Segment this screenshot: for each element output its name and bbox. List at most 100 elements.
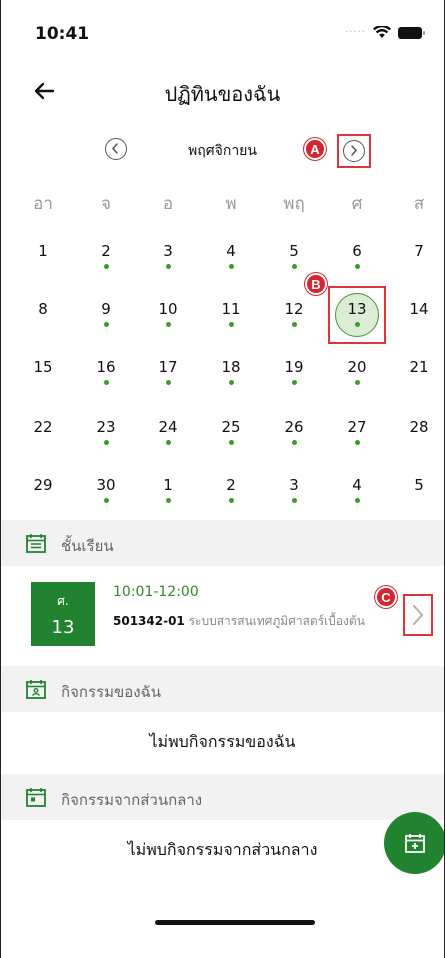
calendar-day[interactable]: 7 [399, 242, 439, 286]
calendar-day-number: 3 [289, 476, 299, 494]
calendar-day[interactable]: 2 [86, 242, 126, 286]
event-dot [103, 322, 109, 327]
calendar-person-icon [26, 680, 46, 699]
weekday-label: อ [162, 194, 174, 214]
calendar-day-number: 11 [221, 300, 241, 318]
calendar-day[interactable]: 27 [337, 418, 377, 462]
calendar-day[interactable]: 29 [23, 476, 63, 520]
event-dot [103, 498, 109, 503]
weekday-label: อา [33, 194, 53, 214]
calendar-day-number: 26 [284, 418, 304, 436]
calendar-day-number: 22 [33, 418, 53, 436]
class-item[interactable]: ศ. 13 10:01-12:00 501342-01 ระบบสารสนเทศ… [1, 566, 444, 650]
calendar-day-number: 1 [163, 476, 173, 494]
calendar-day-icon [26, 788, 46, 807]
calendar-day-number: 4 [352, 476, 362, 494]
chevron-right-icon [413, 605, 424, 625]
calendar-day-number: 13 [347, 300, 367, 318]
calendar-day[interactable]: 3 [274, 476, 314, 520]
classes-section-header: ชั้นเรียน [1, 520, 444, 566]
weekday-label: ศ [351, 194, 363, 214]
my-activities-header: กิจกรรมของฉัน [1, 666, 444, 712]
calendar-day-number: 18 [221, 358, 241, 376]
calendar-add-icon [405, 834, 425, 853]
calendar-day-number: 29 [33, 476, 53, 494]
calendar-day-number: 10 [158, 300, 178, 318]
calendar-day-number: 27 [347, 418, 367, 436]
calendar-day[interactable]: 26 [274, 418, 314, 462]
calendar-day[interactable]: 21 [399, 358, 439, 402]
calendar-day[interactable]: 16 [86, 358, 126, 402]
calendar-day[interactable]: 25 [211, 418, 251, 462]
event-dot [354, 380, 360, 385]
event-dot [228, 440, 234, 445]
weekday-label: พฤ [283, 194, 305, 214]
event-dot [291, 440, 297, 445]
calendar-day[interactable]: 3 [148, 242, 188, 286]
calendar-week-row: 15 16 17 18 19 20 21 [1, 358, 444, 420]
event-dot [165, 322, 171, 327]
chevron-right-icon [351, 145, 358, 156]
calendar-day[interactable]: 6 [337, 242, 377, 286]
marker-c: C [375, 586, 397, 608]
calendar-day[interactable]: 5 [399, 476, 439, 520]
calendar-day[interactable]: 23 [86, 418, 126, 462]
event-dot [228, 322, 234, 327]
marker-b: B [305, 273, 327, 295]
calendar-day[interactable]: 24 [148, 418, 188, 462]
calendar-day-number: 14 [409, 300, 429, 318]
calendar-day[interactable]: 8 [23, 300, 63, 344]
marker-a: A [304, 138, 326, 160]
event-dot [165, 264, 171, 269]
calendar-day[interactable]: 12 [274, 300, 314, 344]
calendar-day-number: 1 [38, 242, 48, 260]
event-dot [228, 498, 234, 503]
calendar-day[interactable]: 17 [148, 358, 188, 402]
calendar-day[interactable]: 4 [337, 476, 377, 520]
calendar-day[interactable]: 2 [211, 476, 251, 520]
calendar-day[interactable]: 19 [274, 358, 314, 402]
calendar-day-number: 6 [352, 242, 362, 260]
calendar-day[interactable]: 22 [23, 418, 63, 462]
calendar-day[interactable]: 10 [148, 300, 188, 344]
calendar-day[interactable]: 11 [211, 300, 251, 344]
calendar-day-number: 12 [284, 300, 304, 318]
event-dot [165, 380, 171, 385]
calendar-day[interactable]: 1 [148, 476, 188, 520]
classes-section-title: ชั้นเรียน [61, 537, 114, 555]
calendar-day[interactable]: 4 [211, 242, 251, 286]
month-label: พฤศจิกายน [188, 143, 257, 159]
central-activities-title: กิจกรรมจากส่วนกลาง [61, 791, 203, 809]
calendar-day[interactable]: 20 [337, 358, 377, 402]
calendar-day-number: 24 [158, 418, 178, 436]
calendar-day-number: 30 [96, 476, 116, 494]
calendar-day-number: 4 [226, 242, 236, 260]
calendar-day[interactable]: 15 [23, 358, 63, 402]
calendar-day[interactable]: 9 [86, 300, 126, 344]
calendar-day[interactable]: 30 [86, 476, 126, 520]
calendar-day[interactable]: 14 [399, 300, 439, 344]
add-event-button[interactable] [384, 812, 444, 874]
calendar-day[interactable]: 18 [211, 358, 251, 402]
event-dot [228, 380, 234, 385]
event-dot [354, 322, 360, 327]
calendar-day-number: 2 [226, 476, 236, 494]
event-dot [165, 440, 171, 445]
event-dot [291, 264, 297, 269]
weekday-header: อา จ อ พ พฤ ศ ส [1, 190, 444, 218]
calendar-day-number: 28 [409, 418, 429, 436]
calendar-day[interactable]: 28 [399, 418, 439, 462]
event-dot [103, 380, 109, 385]
class-detail-button[interactable] [403, 594, 433, 636]
calendar-day-selected[interactable]: 13 [328, 286, 386, 344]
calendar-day-number: 2 [101, 242, 111, 260]
weekday-label: ส [413, 194, 425, 214]
central-activities-header: กิจกรรมจากส่วนกลาง [1, 774, 444, 820]
calendar-day-number: 21 [409, 358, 429, 376]
battery-icon [398, 26, 425, 39]
event-dot [291, 322, 297, 327]
weekday-label: จ [101, 194, 111, 214]
next-month-button[interactable] [337, 134, 371, 168]
event-dot [228, 264, 234, 269]
calendar-day[interactable]: 1 [23, 242, 63, 286]
